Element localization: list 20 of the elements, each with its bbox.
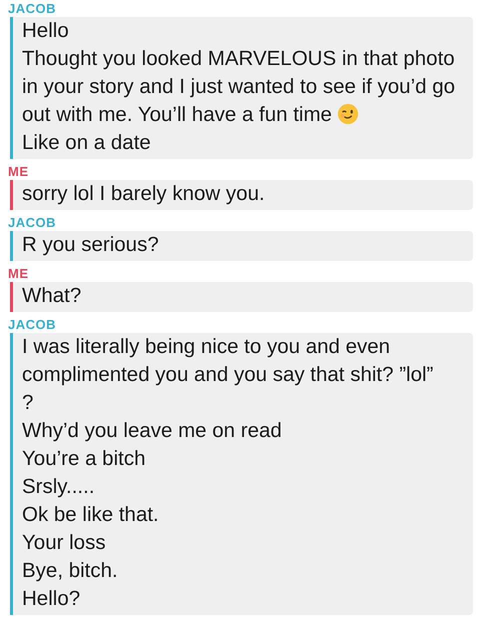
message-text: Srsly..... — [22, 474, 96, 500]
message-text: ? — [22, 390, 34, 416]
sender-name: ME — [8, 266, 30, 281]
message-text: Hello — [22, 18, 70, 44]
message-text: You’re a bitch — [22, 446, 146, 472]
message-text: sorry lol I barely know you. — [22, 181, 266, 207]
message-text: R you serious? — [22, 232, 160, 258]
message-text: Why’d you leave me on read — [22, 418, 283, 444]
sender-name: JACOB — [8, 215, 58, 230]
message-text: Bye, bitch. — [22, 558, 119, 584]
message-text: Thought you looked MARVELOUS in that photo in your story and I just wanted to see if you’d go out with me. You’ll have a fun time — [22, 46, 456, 128]
message-text: Your loss — [22, 530, 107, 556]
sender-name: JACOB — [8, 1, 58, 16]
message-text: Hello? — [22, 586, 82, 612]
message-text: I was literally being nice to you and even complimented you and you say that shit? ”lol” — [22, 334, 434, 388]
message-text: Like on a date — [22, 130, 152, 156]
message-text: What? — [22, 283, 82, 309]
sender-name: JACOB — [8, 317, 58, 332]
message-text: Ok be like that. — [22, 502, 160, 528]
sender-name: ME — [8, 164, 30, 179]
